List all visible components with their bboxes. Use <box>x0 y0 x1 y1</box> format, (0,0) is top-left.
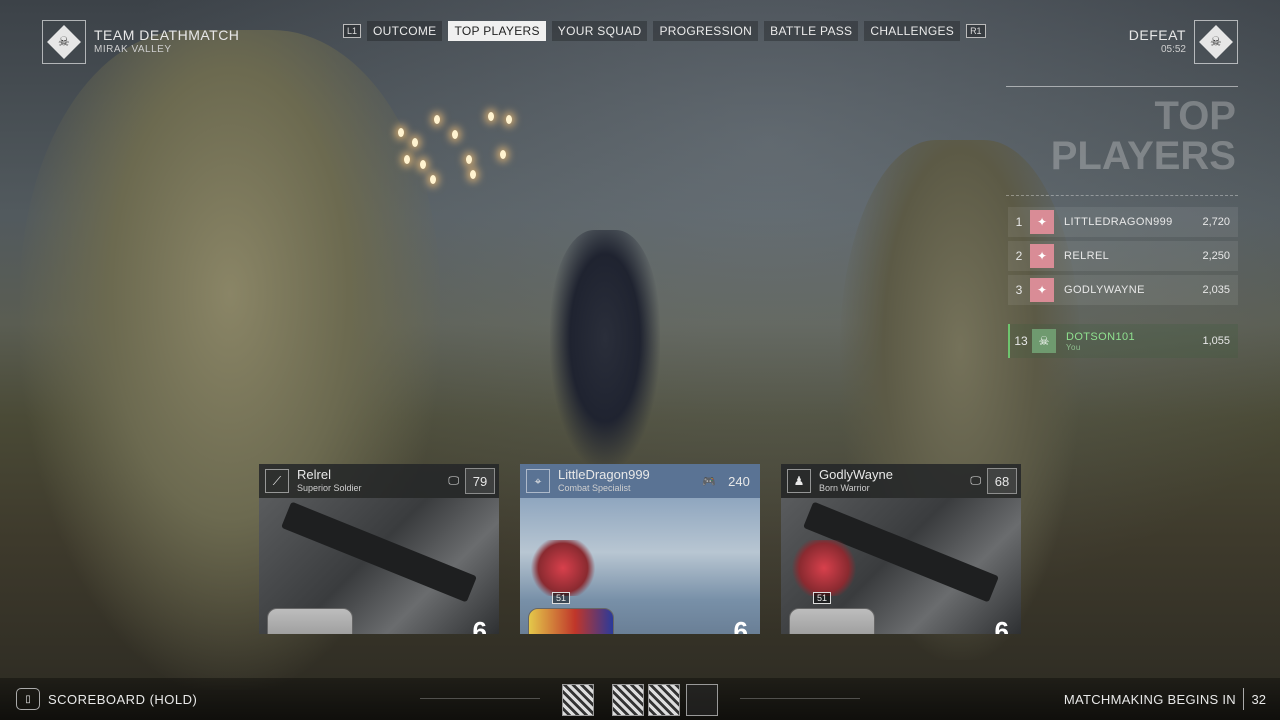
footer-divider <box>1243 688 1244 710</box>
tab-progression[interactable]: PROGRESSION <box>653 21 759 41</box>
rifle-art <box>281 501 477 603</box>
matchmaking-countdown: 32 <box>1251 692 1266 707</box>
tab-challenges[interactable]: CHALLENGES <box>864 21 961 41</box>
top-player-row[interactable]: 1 ✦ LITTLEDRAGON999 2,720 <box>1008 207 1238 237</box>
card-header: ⌖ LittleDragon999 Combat Specialist 🎮 24… <box>520 464 760 498</box>
skull-emblem-icon: ☠ <box>1032 329 1056 353</box>
dragon-emblem-icon: ✦ <box>1030 278 1054 302</box>
dragon-emblem-icon: ✦ <box>1030 210 1054 234</box>
card-player-title: Combat Specialist <box>558 483 631 493</box>
tab-outcome[interactable]: OUTCOME <box>367 21 443 41</box>
tab-bar: L1 OUTCOME TOP PLAYERS YOUR SQUAD PROGRE… <box>343 21 986 41</box>
card-big-number: 6 <box>994 616 1009 634</box>
emblem-level: 51 <box>813 592 832 604</box>
card-player-title: Superior Soldier <box>297 483 362 493</box>
card-header: ♟ GodlyWayne Born Warrior 🖵 68 <box>781 464 1021 498</box>
panel-divider <box>1006 86 1238 87</box>
skull-emblem-art <box>789 540 859 596</box>
calling-card-art: 51 6 ✪ 150 <box>520 498 760 634</box>
dogtag-icon <box>789 608 875 634</box>
footer-line <box>740 698 860 699</box>
player-rank: 1 <box>1015 215 1023 229</box>
calling-card-art: 6 ✪ 29 <box>259 498 499 634</box>
scoreboard-hint[interactable]: SCOREBOARD (HOLD) <box>48 692 197 707</box>
card-level-badge: 240 <box>728 473 750 489</box>
gamepad-icon: 🎮 <box>702 475 716 488</box>
top-player-row[interactable]: 2 ✦ RELREL 2,250 <box>1008 241 1238 271</box>
player-rank: 3 <box>1015 283 1023 297</box>
map-name: MIRAK VALLEY <box>94 44 172 55</box>
l1-key-hint[interactable]: L1 <box>343 24 362 38</box>
self-name: DOTSON101 <box>1066 330 1136 343</box>
panel-dashed-divider <box>1006 195 1238 196</box>
card-level-badge: 79 <box>465 468 495 494</box>
card-level-badge: 68 <box>987 468 1017 494</box>
player-score: 1,055 <box>1202 335 1230 347</box>
card-player-title: Born Warrior <box>819 483 870 493</box>
card-big-number: 6 <box>733 616 748 634</box>
player-score: 2,720 <box>1202 216 1230 228</box>
player-name: DOTSON101 You <box>1066 331 1188 352</box>
crosshair-emblem-icon: ⌖ <box>526 469 550 493</box>
calling-card-art: 51 6 ✪ 16 <box>781 498 1021 634</box>
claw-emblem-icon: ⟋ <box>265 469 289 493</box>
mode-title: TEAM DEATHMATCH <box>94 27 240 43</box>
dogtag-icon <box>267 608 353 634</box>
soldier-center <box>550 230 660 470</box>
player-score: 2,250 <box>1202 250 1230 262</box>
player-rank: 2 <box>1015 249 1023 263</box>
touchpad-icon[interactable]: ▯ <box>16 688 40 710</box>
tab-your-squad[interactable]: YOUR SQUAD <box>551 21 648 41</box>
dragon-emblem-icon: ✦ <box>1030 244 1054 268</box>
tab-battle-pass[interactable]: BATTLE PASS <box>764 21 859 41</box>
player-card[interactable]: ♟ GodlyWayne Born Warrior 🖵 68 51 6 ✪ 16 <box>781 464 1021 634</box>
matchmaking-label: MATCHMAKING BEGINS IN <box>1063 692 1236 707</box>
emblem-level: 51 <box>552 592 571 604</box>
r1-key-hint[interactable]: R1 <box>966 24 986 38</box>
mode-skull-icon: ☠ <box>42 20 86 64</box>
self-tag: You <box>1066 342 1081 352</box>
qr-pattern-icon <box>562 684 594 716</box>
soldier-emblem-icon: ♟ <box>787 469 811 493</box>
result-skull-icon: ☠ <box>1194 20 1238 64</box>
qr-pattern-icon <box>612 684 644 716</box>
dragon-emblem-art <box>528 540 598 596</box>
player-score: 2,035 <box>1202 284 1230 296</box>
card-player-name: Relrel <box>297 467 331 482</box>
match-result: DEFEAT <box>1128 27 1186 43</box>
tab-top-players[interactable]: TOP PLAYERS <box>448 21 546 41</box>
player-name: GODLYWAYNE <box>1064 284 1145 296</box>
player-rank: 13 <box>1014 334 1028 348</box>
top-player-row[interactable]: 3 ✦ GODLYWAYNE 2,035 <box>1008 275 1238 305</box>
card-big-number: 6 <box>472 616 487 634</box>
card-player-name: LittleDragon999 <box>558 467 650 482</box>
player-card[interactable]: ⟋ Relrel Superior Soldier 🖵 79 6 ✪ 29 <box>259 464 499 634</box>
player-name: RELREL <box>1064 250 1110 262</box>
top-players-title: TOP PLAYERS <box>1050 94 1236 178</box>
dogtag-icon <box>528 608 614 634</box>
qr-pattern-icon <box>648 684 680 716</box>
self-player-row[interactable]: 13 ☠ DOTSON101 You 1,055 <box>1008 324 1238 358</box>
match-time: 05:52 <box>1160 44 1186 55</box>
monitor-icon: 🖵 <box>970 474 981 487</box>
player-card-featured[interactable]: ⌖ LittleDragon999 Combat Specialist 🎮 24… <box>520 464 760 634</box>
footer-line <box>420 698 540 699</box>
monitor-icon: 🖵 <box>448 474 459 487</box>
empty-slot-icon <box>686 684 718 716</box>
card-player-name: GodlyWayne <box>819 467 893 482</box>
player-name: LITTLEDRAGON999 <box>1064 216 1173 228</box>
card-header: ⟋ Relrel Superior Soldier 🖵 79 <box>259 464 499 498</box>
